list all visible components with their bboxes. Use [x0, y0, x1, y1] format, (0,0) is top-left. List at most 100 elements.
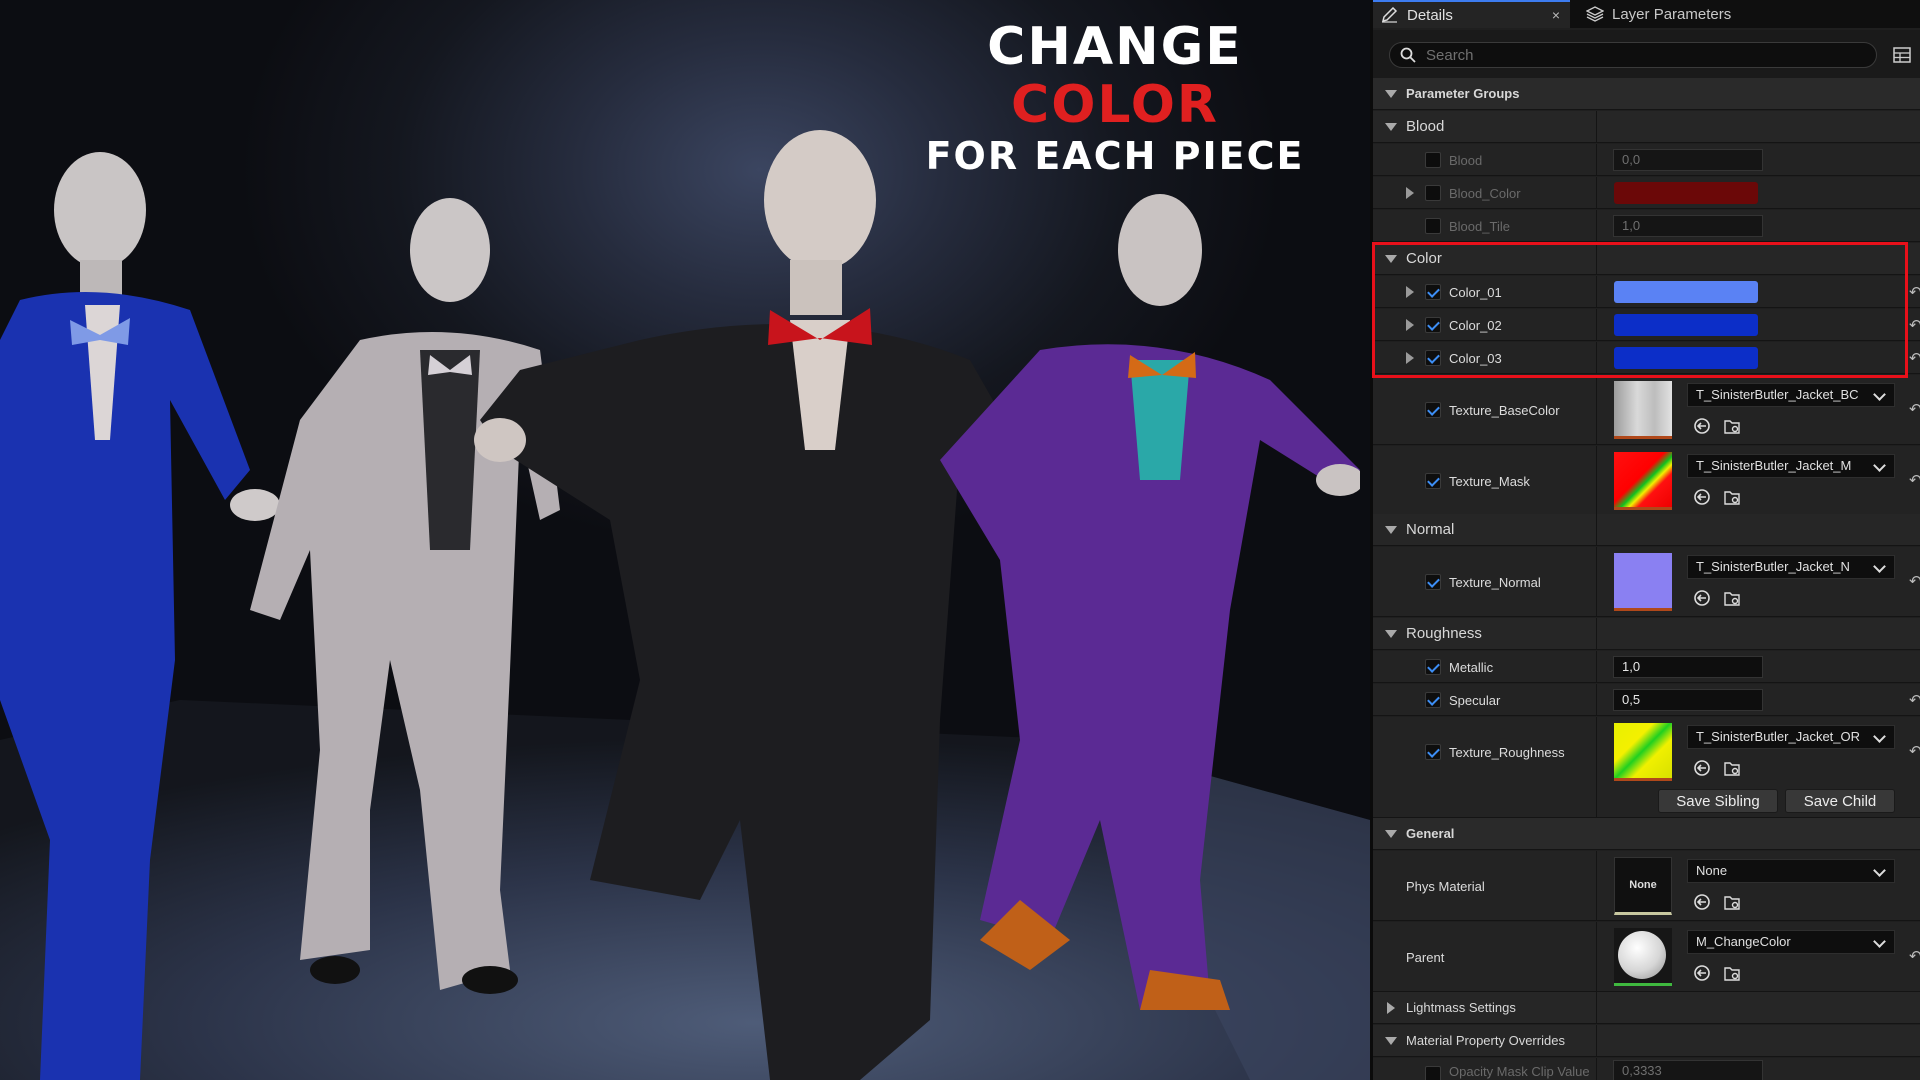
override-checkbox[interactable] — [1425, 218, 1441, 234]
save-sibling-button[interactable]: Save Sibling — [1658, 789, 1778, 813]
collapse-arrow-icon[interactable] — [1385, 255, 1397, 263]
tab-layer-parameters[interactable]: Layer Parameters — [1576, 0, 1786, 28]
collapse-arrow-icon[interactable] — [1385, 1037, 1397, 1045]
color-swatch[interactable] — [1614, 314, 1758, 336]
override-checkbox[interactable] — [1425, 692, 1441, 708]
browse-asset-icon[interactable] — [1723, 759, 1741, 777]
param-name: Opacity Mask Clip Value — [1449, 1064, 1590, 1079]
scalar-field[interactable]: 0,5 — [1613, 689, 1763, 711]
category-parameter-groups[interactable]: Parameter Groups — [1373, 78, 1920, 110]
sphere-icon — [1618, 931, 1666, 979]
reset-arrow-icon[interactable]: ↶ — [1909, 742, 1920, 760]
category-material-property-overrides[interactable]: Material Property Overrides — [1373, 1025, 1920, 1057]
expand-arrow-icon[interactable] — [1387, 1002, 1395, 1014]
reset-arrow-icon[interactable]: ↶ — [1909, 316, 1920, 334]
expand-arrow-icon[interactable] — [1406, 286, 1414, 298]
override-checkbox[interactable] — [1425, 317, 1441, 333]
reset-arrow-icon[interactable]: ↶ — [1909, 400, 1920, 418]
expand-arrow-icon[interactable] — [1406, 352, 1414, 364]
reset-arrow-icon[interactable]: ↶ — [1909, 349, 1920, 367]
texture-thumbnail[interactable] — [1614, 553, 1672, 611]
grid-view-icon[interactable] — [1893, 46, 1911, 64]
use-selected-icon[interactable] — [1693, 893, 1711, 911]
override-checkbox[interactable] — [1425, 284, 1441, 300]
asset-dropdown[interactable]: T_SinisterButler_Jacket_BC — [1687, 383, 1895, 407]
texture-thumbnail[interactable] — [1614, 381, 1672, 439]
param-row-phys-material: Phys Material None None — [1373, 851, 1920, 921]
browse-asset-icon[interactable] — [1723, 893, 1741, 911]
texture-thumbnail[interactable] — [1614, 723, 1672, 781]
param-row-metallic: Metallic 1,0 — [1373, 651, 1920, 683]
search-input[interactable] — [1424, 45, 1868, 65]
asset-dropdown[interactable]: T_SinisterButler_Jacket_OR — [1687, 725, 1895, 749]
asset-dropdown[interactable]: M_ChangeColor — [1687, 930, 1895, 954]
reset-arrow-icon[interactable]: ↶ — [1909, 283, 1920, 301]
override-checkbox[interactable] — [1425, 574, 1441, 590]
group-label: Blood — [1406, 118, 1445, 135]
use-selected-icon[interactable] — [1693, 417, 1711, 435]
use-selected-icon[interactable] — [1693, 589, 1711, 607]
asset-dropdown[interactable]: None — [1687, 859, 1895, 883]
color-swatch[interactable] — [1614, 281, 1758, 303]
scalar-field[interactable]: 0,0 — [1613, 149, 1763, 171]
character-purple — [940, 194, 1360, 1010]
collapse-arrow-icon[interactable] — [1385, 630, 1397, 638]
collapse-arrow-icon[interactable] — [1385, 526, 1397, 534]
material-thumbnail[interactable] — [1614, 928, 1672, 986]
param-row-blood-color: Blood_Color — [1373, 177, 1920, 209]
color-swatch[interactable] — [1614, 347, 1758, 369]
param-name: Texture_Mask — [1449, 474, 1530, 489]
material-thumbnail[interactable]: None — [1614, 857, 1672, 915]
reset-arrow-icon[interactable]: ↶ — [1909, 947, 1920, 965]
expand-arrow-icon[interactable] — [1406, 319, 1414, 331]
collapse-arrow-icon[interactable] — [1385, 123, 1397, 131]
group-normal[interactable]: Normal — [1373, 514, 1920, 546]
category-label: Lightmass Settings — [1406, 1000, 1516, 1015]
use-selected-icon[interactable] — [1693, 964, 1711, 982]
scalar-field[interactable]: 0,3333 — [1613, 1060, 1763, 1080]
collapse-arrow-icon[interactable] — [1385, 90, 1397, 98]
reset-arrow-icon[interactable]: ↶ — [1909, 572, 1920, 590]
use-selected-icon[interactable] — [1693, 759, 1711, 777]
override-checkbox[interactable] — [1425, 152, 1441, 168]
viewport[interactable]: CHANGE COLOR FOR EACH PIECE — [0, 0, 1370, 1080]
override-checkbox[interactable] — [1425, 744, 1441, 760]
pencil-icon — [1381, 7, 1398, 23]
collapse-arrow-icon[interactable] — [1385, 830, 1397, 838]
scalar-field[interactable]: 1,0 — [1613, 656, 1763, 678]
category-general[interactable]: General — [1373, 818, 1920, 850]
override-checkbox[interactable] — [1425, 473, 1441, 489]
reset-arrow-icon[interactable]: ↶ — [1909, 471, 1920, 489]
use-selected-icon[interactable] — [1693, 488, 1711, 506]
category-lightmass-settings[interactable]: Lightmass Settings — [1373, 992, 1920, 1024]
browse-asset-icon[interactable] — [1723, 417, 1741, 435]
group-roughness[interactable]: Roughness — [1373, 618, 1920, 650]
override-checkbox[interactable] — [1425, 185, 1441, 201]
layers-icon — [1586, 6, 1604, 22]
param-row-color-03: Color_03 ↶ — [1373, 342, 1920, 374]
group-blood[interactable]: Blood — [1373, 111, 1920, 143]
reset-arrow-icon[interactable]: ↶ — [1909, 691, 1920, 709]
tab-details[interactable]: Details × — [1373, 0, 1570, 28]
headline: CHANGE COLOR FOR EACH PIECE — [900, 18, 1330, 178]
override-checkbox[interactable] — [1425, 350, 1441, 366]
category-label: Material Property Overrides — [1406, 1033, 1565, 1048]
save-child-button[interactable]: Save Child — [1785, 789, 1895, 813]
browse-asset-icon[interactable] — [1723, 589, 1741, 607]
texture-thumbnail[interactable] — [1614, 452, 1672, 510]
param-name: Texture_Normal — [1449, 575, 1541, 590]
close-icon[interactable]: × — [1552, 7, 1560, 23]
browse-asset-icon[interactable] — [1723, 488, 1741, 506]
group-color[interactable]: Color — [1373, 243, 1920, 275]
category-label: General — [1406, 826, 1455, 841]
override-checkbox[interactable] — [1425, 1066, 1441, 1080]
color-swatch[interactable] — [1614, 182, 1758, 204]
browse-asset-icon[interactable] — [1723, 964, 1741, 982]
override-checkbox[interactable] — [1425, 402, 1441, 418]
override-checkbox[interactable] — [1425, 659, 1441, 675]
scalar-field[interactable]: 1,0 — [1613, 215, 1763, 237]
expand-arrow-icon[interactable] — [1406, 187, 1414, 199]
param-row-texture-mask: Texture_Mask T_SinisterButler_Jacket_M ↶ — [1373, 446, 1920, 516]
asset-dropdown[interactable]: T_SinisterButler_Jacket_N — [1687, 555, 1895, 579]
asset-dropdown[interactable]: T_SinisterButler_Jacket_M — [1687, 454, 1895, 478]
